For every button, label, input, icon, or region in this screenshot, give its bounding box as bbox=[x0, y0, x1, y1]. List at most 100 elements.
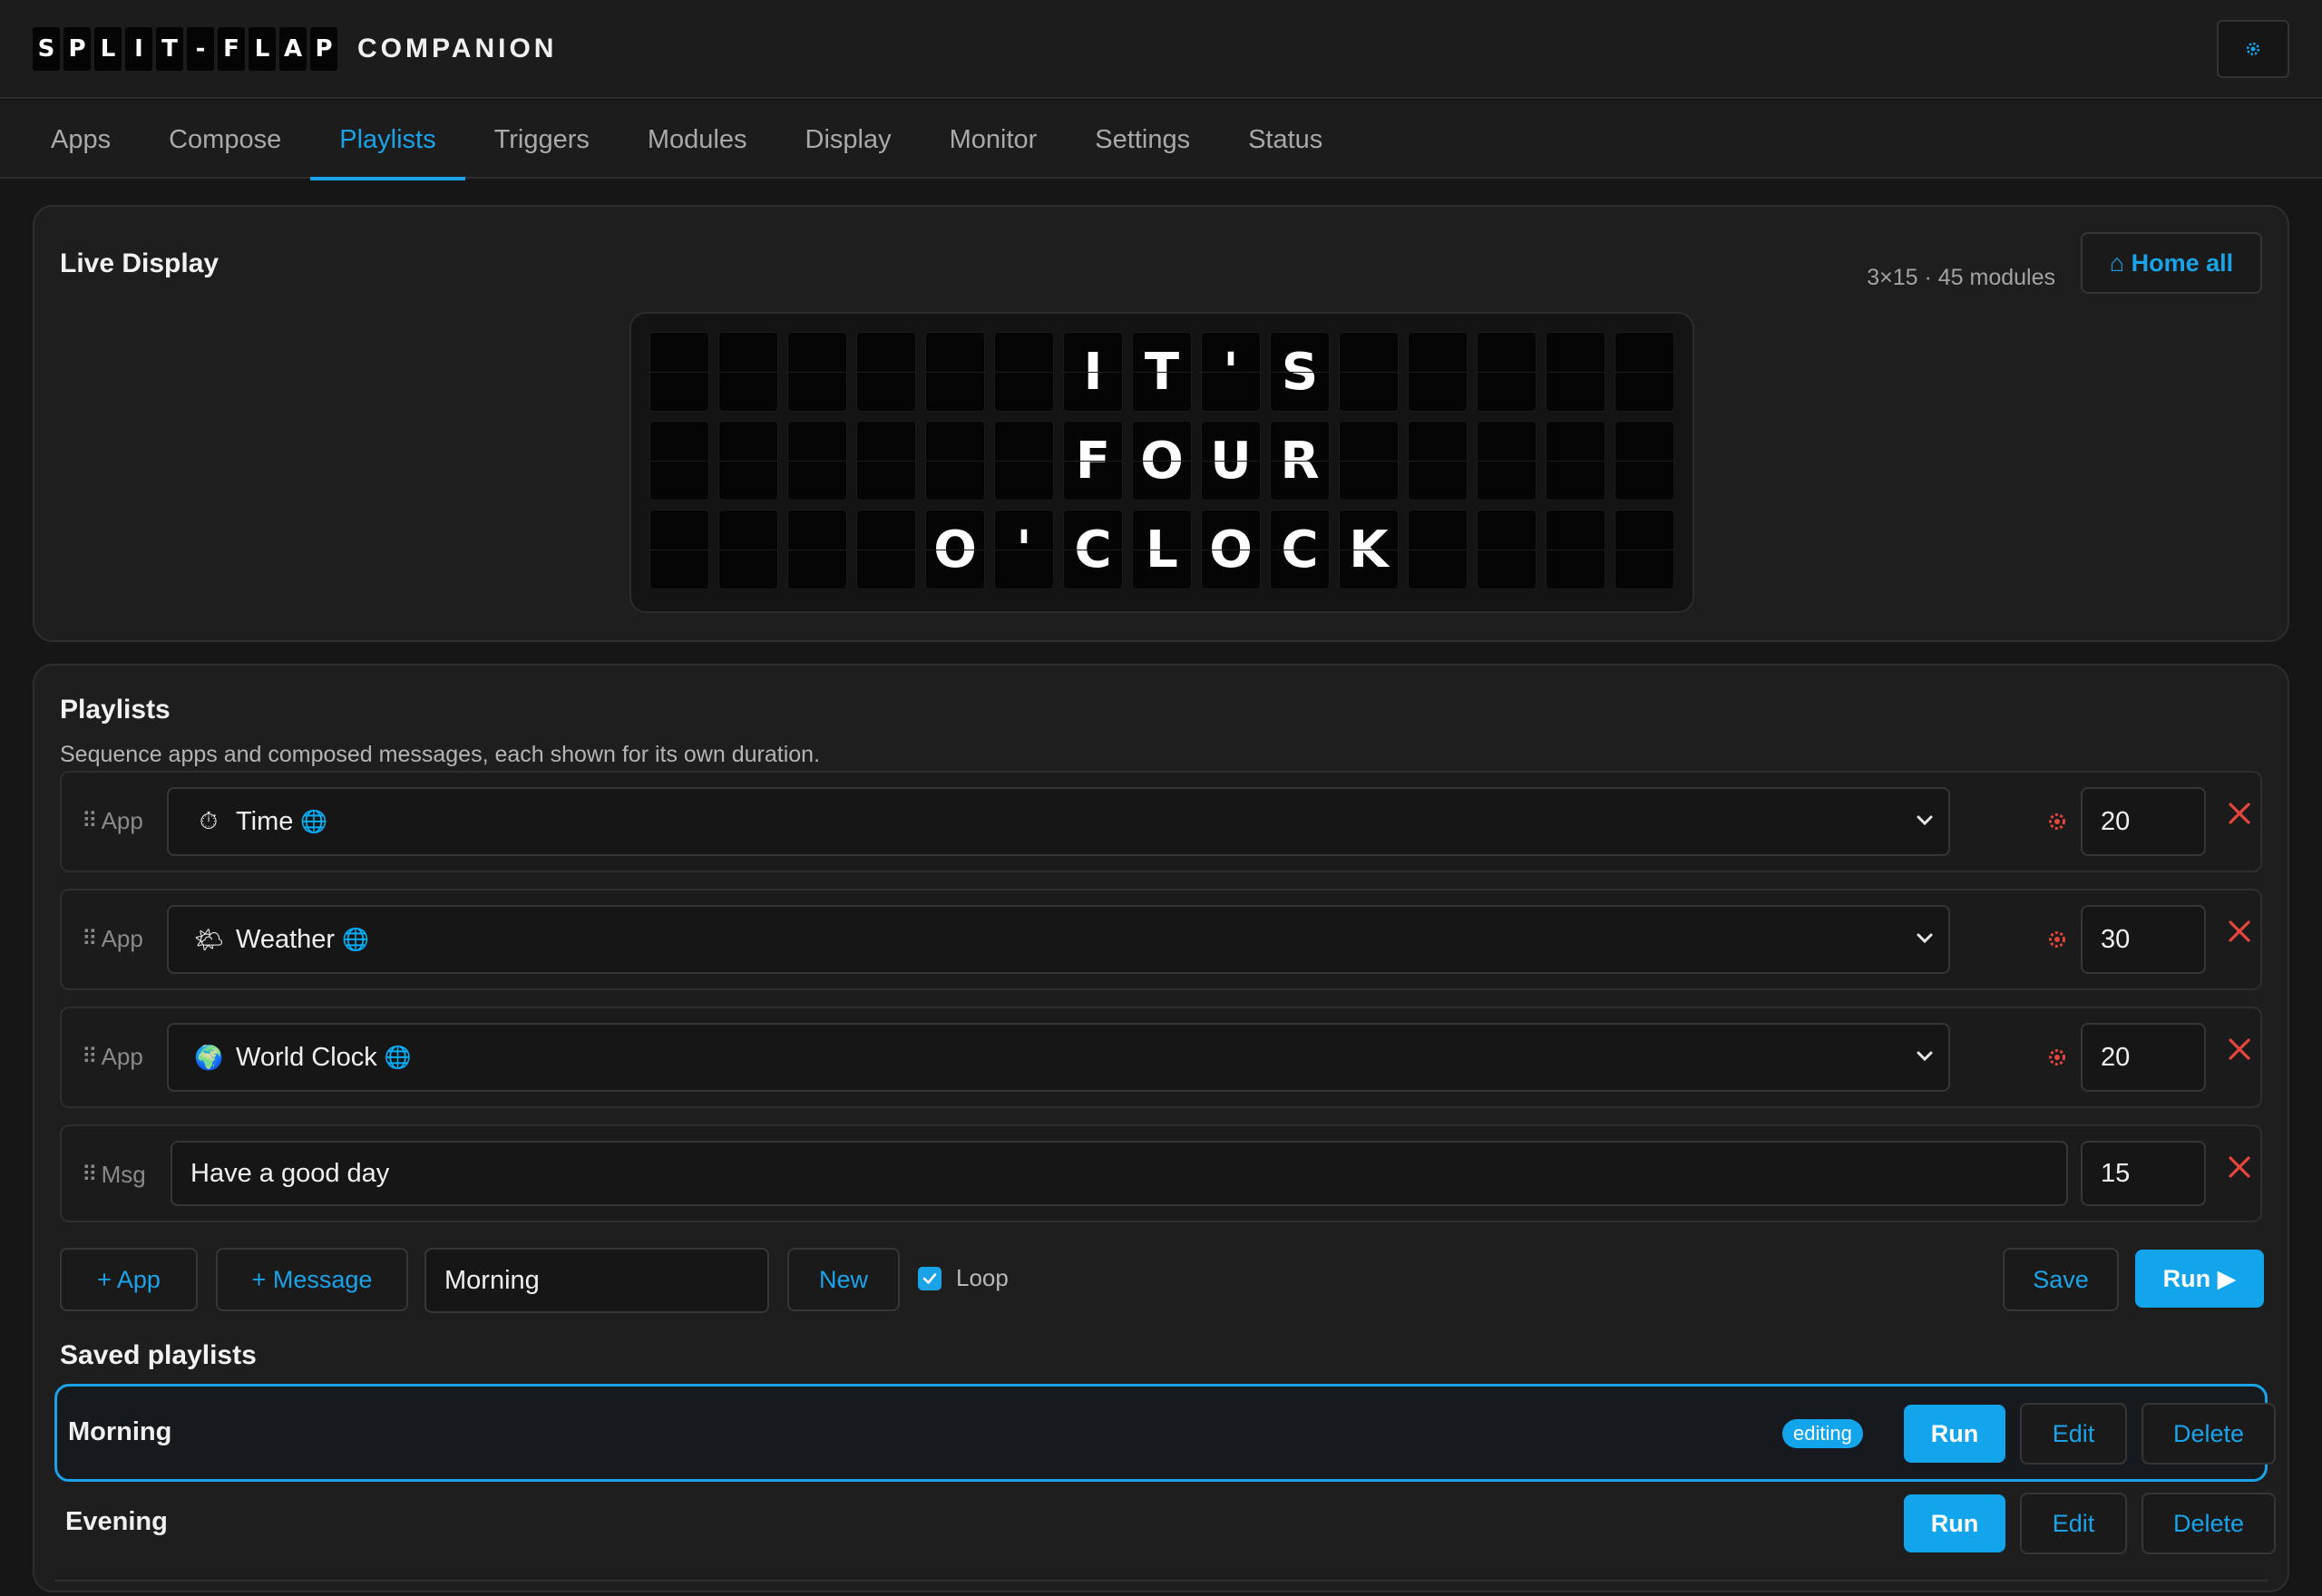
globe-icon: 🌐 bbox=[342, 927, 369, 952]
chevron-down-icon bbox=[1917, 1051, 1933, 1062]
tab-compose[interactable]: Compose bbox=[140, 101, 310, 179]
board-row: FOUR bbox=[649, 421, 1674, 501]
saved-playlists-title: Saved playlists bbox=[60, 1340, 257, 1370]
drag-handle[interactable]: ⠿ App bbox=[82, 1043, 143, 1071]
flap-module: T bbox=[1132, 332, 1192, 412]
app-select-value: World Clock bbox=[236, 1042, 377, 1072]
app-settings-icon[interactable] bbox=[2046, 811, 2068, 832]
flap-module bbox=[787, 332, 847, 412]
item-kind: App bbox=[101, 925, 143, 952]
flap-module: F bbox=[1063, 421, 1123, 501]
chevron-down-icon bbox=[1917, 815, 1933, 826]
drag-handle[interactable]: ⠿ Msg bbox=[82, 1161, 146, 1189]
edit-saved-button[interactable]: Edit bbox=[2020, 1403, 2127, 1465]
flap-module: S bbox=[1270, 332, 1330, 412]
tab-monitor[interactable]: Monitor bbox=[921, 101, 1067, 179]
add-app-button[interactable]: + App bbox=[60, 1248, 198, 1311]
playlists-subtitle: Sequence apps and composed messages, eac… bbox=[60, 742, 821, 767]
logo-tile: P bbox=[310, 27, 337, 71]
delete-saved-button[interactable]: Delete bbox=[2142, 1493, 2276, 1554]
duration-input[interactable]: 20 bbox=[2081, 787, 2206, 856]
tab-settings[interactable]: Settings bbox=[1066, 101, 1219, 179]
logo-tile: F bbox=[218, 27, 245, 71]
logo-tile: L bbox=[94, 27, 122, 71]
app-settings-icon[interactable] bbox=[2046, 929, 2068, 950]
flap-module bbox=[1546, 510, 1605, 589]
flap-module bbox=[1615, 421, 1674, 501]
flap-module bbox=[994, 332, 1054, 412]
globe-icon: 🌐 bbox=[300, 809, 328, 834]
message-input[interactable]: Have a good day bbox=[171, 1141, 2068, 1206]
playlists-card: Playlists Sequence apps and composed mes… bbox=[33, 664, 2289, 1592]
remove-icon[interactable] bbox=[2226, 800, 2253, 827]
remove-icon[interactable] bbox=[2226, 918, 2253, 945]
app-select[interactable]: ⏱ Time 🌐 bbox=[167, 787, 1950, 856]
duration-input[interactable]: 30 bbox=[2081, 905, 2206, 974]
logo-tile: A bbox=[279, 27, 307, 71]
flap-module bbox=[925, 421, 985, 501]
flap-module: L bbox=[1132, 510, 1192, 589]
new-playlist-button[interactable]: New bbox=[787, 1248, 900, 1311]
logo-tiles: S P L I T - F L A P bbox=[33, 27, 337, 71]
duration-input[interactable]: 20 bbox=[2081, 1023, 2206, 1092]
app-select[interactable]: 🌍 World Clock 🌐 bbox=[167, 1023, 1950, 1092]
grip-icon: ⠿ bbox=[82, 1045, 98, 1069]
flap-module: O bbox=[1132, 421, 1192, 501]
flap-module bbox=[856, 332, 916, 412]
top-bar: S P L I T - F L A P COMPANION bbox=[0, 0, 2322, 99]
drag-handle[interactable]: ⠿ App bbox=[82, 925, 143, 953]
item-kind: App bbox=[101, 1043, 143, 1070]
earth-icon: 🌍 bbox=[194, 1043, 224, 1071]
playlist-item: ⠿ App 🌤 Weather 🌐 30 bbox=[60, 889, 2262, 990]
tab-modules[interactable]: Modules bbox=[619, 101, 776, 179]
flap-module bbox=[1477, 421, 1537, 501]
flap-module: ' bbox=[994, 510, 1054, 589]
app-select[interactable]: 🌤 Weather 🌐 bbox=[167, 905, 1950, 974]
loop-checkbox[interactable] bbox=[918, 1266, 941, 1290]
drag-handle[interactable]: ⠿ App bbox=[82, 807, 143, 835]
tab-playlists[interactable]: Playlists bbox=[310, 101, 465, 180]
playlist-item: ⠿ App 🌍 World Clock 🌐 20 bbox=[60, 1007, 2262, 1108]
logo-tile: T bbox=[156, 27, 183, 71]
playlist-item: ⠿ App ⏱ Time 🌐 20 bbox=[60, 771, 2262, 872]
tab-apps[interactable]: Apps bbox=[22, 101, 140, 179]
delete-saved-button[interactable]: Delete bbox=[2142, 1403, 2276, 1465]
app-settings-icon[interactable] bbox=[2046, 1046, 2068, 1068]
flap-module: ' bbox=[1201, 332, 1261, 412]
duration-input[interactable]: 15 bbox=[2081, 1141, 2206, 1206]
saved-playlist-row[interactable]: Evening Run Edit Delete bbox=[54, 1484, 2276, 1581]
remove-icon[interactable] bbox=[2226, 1036, 2253, 1063]
loop-toggle[interactable]: Loop bbox=[918, 1264, 1009, 1292]
playlist-name-input[interactable]: Morning bbox=[424, 1248, 769, 1313]
add-message-button[interactable]: + Message bbox=[216, 1248, 408, 1311]
flap-module bbox=[1615, 332, 1674, 412]
editing-badge: editing bbox=[1782, 1419, 1863, 1448]
flap-module bbox=[1477, 510, 1537, 589]
flap-module bbox=[787, 421, 847, 501]
flap-module bbox=[1546, 421, 1605, 501]
flap-module bbox=[718, 421, 778, 501]
stopwatch-icon: ⏱ bbox=[199, 807, 219, 834]
loop-label: Loop bbox=[956, 1264, 1009, 1291]
home-all-button[interactable]: ⌂ Home all bbox=[2081, 232, 2262, 294]
save-button[interactable]: Save bbox=[2003, 1248, 2119, 1311]
app-logo: S P L I T - F L A P COMPANION bbox=[33, 27, 557, 71]
remove-icon[interactable] bbox=[2226, 1153, 2253, 1181]
edit-saved-button[interactable]: Edit bbox=[2020, 1493, 2127, 1554]
run-saved-button[interactable]: Run bbox=[1904, 1494, 2005, 1552]
tab-display[interactable]: Display bbox=[776, 101, 921, 179]
settings-button[interactable] bbox=[2217, 20, 2289, 78]
flap-module: R bbox=[1270, 421, 1330, 501]
run-saved-button[interactable]: Run bbox=[1904, 1405, 2005, 1463]
flap-module bbox=[1477, 332, 1537, 412]
logo-tile: P bbox=[63, 27, 91, 71]
tab-triggers[interactable]: Triggers bbox=[465, 101, 619, 179]
run-playlist-button[interactable]: Run ▶ bbox=[2135, 1250, 2264, 1308]
gear-icon bbox=[2246, 42, 2260, 56]
tab-status[interactable]: Status bbox=[1219, 101, 1351, 179]
saved-playlist-row[interactable]: Morning editing Run Edit Delete bbox=[54, 1384, 2276, 1482]
check-icon bbox=[922, 1272, 937, 1284]
flap-module: I bbox=[1063, 332, 1123, 412]
flap-module bbox=[649, 510, 709, 589]
flap-module: C bbox=[1063, 510, 1123, 589]
